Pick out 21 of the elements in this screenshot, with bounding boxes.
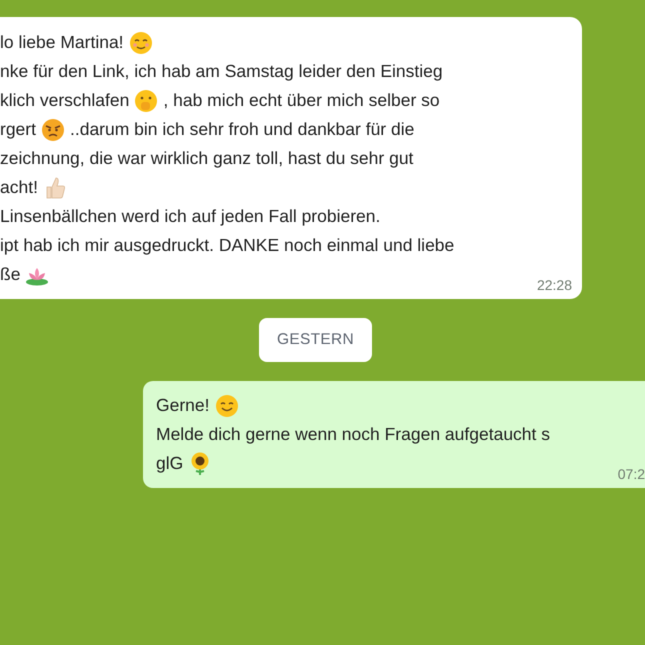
message-text: nke für den Link, ich hab am Samstag leider den Einstieg (0, 61, 443, 82)
message-text: zeichnung, die war wirklich ganz toll, hast du sehr gut (0, 148, 414, 169)
message-text: klich verschlafen (0, 90, 130, 111)
date-label: GESTERN (259, 318, 372, 362)
message-text: glG (156, 453, 184, 474)
message-time: 07:2 (618, 466, 645, 482)
hand-over-mouth-face-icon (134, 88, 158, 112)
message-text: Melde dich gerne wenn noch Fragen aufgetaucht s (156, 424, 550, 445)
message-text: ..darum bin ich sehr froh und dankbar für die (70, 119, 414, 140)
angry-face-icon (40, 118, 65, 142)
message-text: lo liebe Martina! (0, 32, 124, 53)
message-text: Gerne! (156, 395, 210, 416)
message-text: Linsenbällchen werd ich auf jeden Fall probieren. (0, 206, 380, 227)
message-text: ße (0, 264, 20, 285)
blushing-face-icon (128, 30, 153, 54)
message-text: , hab mich echt über mich selber so (163, 90, 440, 111)
smiling-face-icon (214, 394, 238, 418)
message-text: acht! (0, 177, 38, 198)
message-time: 22:28 (536, 277, 572, 293)
message-text: rgert (0, 119, 36, 140)
message-text: ipt hab ich mir ausgedruckt. DANKE noch einmal und liebe (0, 235, 454, 256)
